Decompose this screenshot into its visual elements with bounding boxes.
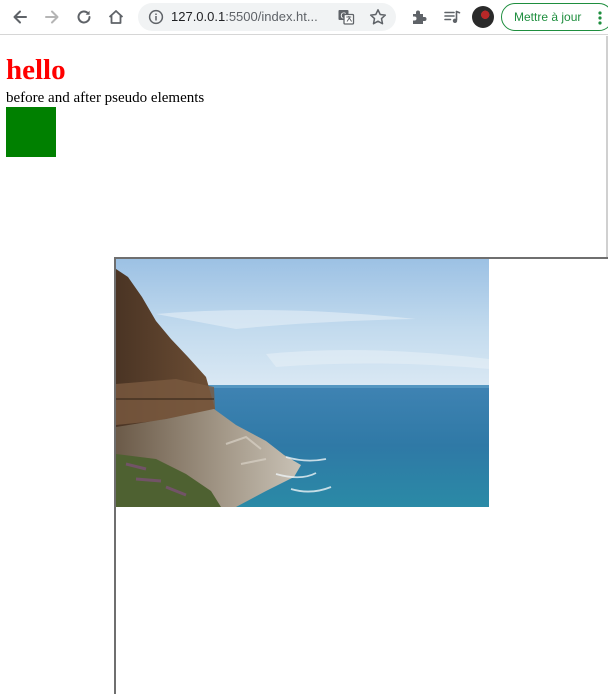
profile-avatar[interactable]: [472, 6, 494, 28]
address-bar[interactable]: 127.0.0.1:5500/index.ht... G: [138, 3, 396, 31]
coastal-cliff-photo: [116, 259, 489, 507]
back-arrow-icon[interactable]: [8, 5, 32, 29]
update-button[interactable]: Mettre à jour: [501, 3, 608, 31]
puzzle-icon[interactable]: [407, 5, 431, 29]
playlist-icon[interactable]: [440, 5, 464, 29]
kebab-menu-icon[interactable]: [598, 11, 602, 30]
browser-toolbar: 127.0.0.1:5500/index.ht... G: [0, 0, 608, 35]
url-host: 127.0.0.1: [171, 9, 226, 24]
update-button-label: Mettre à jour: [514, 10, 582, 24]
url-text: 127.0.0.1:5500/index.ht...: [171, 9, 318, 25]
page-subtitle: before and after pseudo elements: [6, 90, 205, 106]
home-icon[interactable]: [104, 5, 128, 29]
info-icon[interactable]: [148, 9, 164, 30]
star-icon[interactable]: [369, 8, 387, 31]
url-path: :5500/index.ht...: [225, 9, 318, 24]
translate-icon[interactable]: G: [337, 8, 355, 31]
forward-arrow-icon[interactable]: [40, 5, 64, 29]
page-heading: hello: [6, 54, 66, 86]
green-square: [6, 107, 56, 157]
reload-icon[interactable]: [72, 5, 96, 29]
